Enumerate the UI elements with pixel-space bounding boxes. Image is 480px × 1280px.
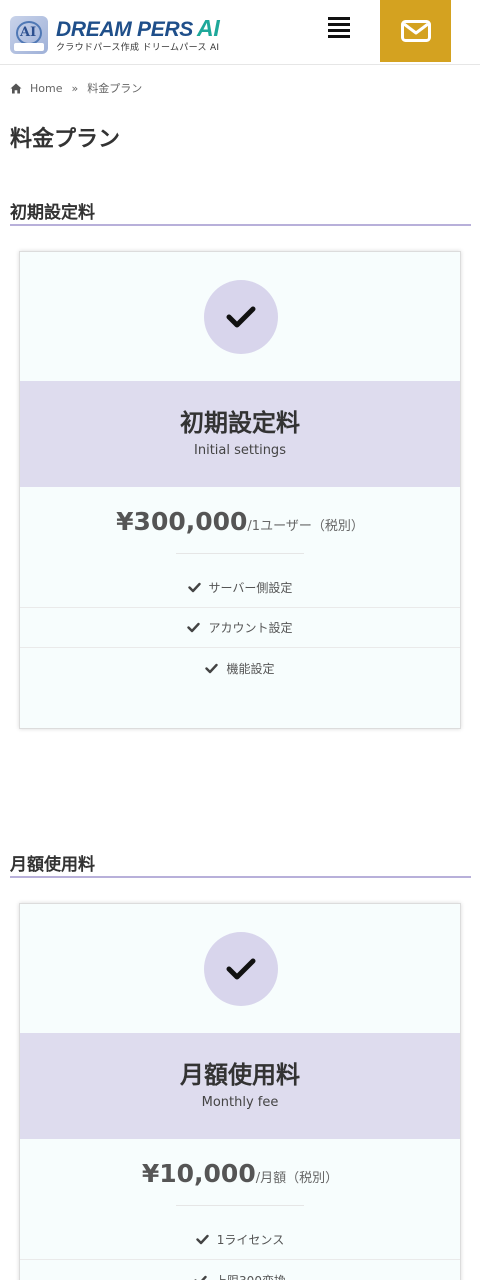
logo-mark-icon: AI xyxy=(10,16,48,54)
section-heading-initial: 初期設定料 xyxy=(10,198,471,226)
breadcrumb-separator: » xyxy=(71,81,79,95)
feature-item: アカウント設定 xyxy=(20,608,460,648)
feature-label: 上限300変換 xyxy=(215,1272,286,1280)
feature-item: サーバー側設定 xyxy=(20,568,460,608)
price-row: ¥10,000/月額（税別） xyxy=(20,1139,460,1205)
plan-price: ¥10,000 xyxy=(141,1159,256,1188)
check-icon xyxy=(187,622,201,633)
contact-mail-button[interactable] xyxy=(380,0,451,62)
feature-label: アカウント設定 xyxy=(208,621,293,635)
feature-list: サーバー側設定 アカウント設定 機能設定 xyxy=(20,554,460,728)
home-icon xyxy=(10,83,22,93)
feature-label: 1ライセンス xyxy=(216,1233,285,1247)
site-header: AI DREAM PERS AI クラウドパース作成 ドリームパース AI xyxy=(0,0,480,65)
check-icon xyxy=(226,958,256,980)
check-circle xyxy=(204,932,278,1006)
plan-price-unit: /1ユーザー（税別） xyxy=(247,519,364,534)
plan-price-unit: /月額（税別） xyxy=(255,1171,339,1186)
card-title-band: 月額使用料 Monthly fee xyxy=(20,1033,460,1139)
breadcrumb-home-link[interactable]: Home xyxy=(30,82,62,95)
check-icon xyxy=(194,1275,207,1280)
check-icon xyxy=(187,582,201,593)
feature-label: サーバー側設定 xyxy=(208,581,293,595)
pricing-card-monthly: 月額使用料 Monthly fee ¥10,000/月額（税別） 1ライセンス … xyxy=(19,903,461,1280)
logo-accent: AI xyxy=(197,14,220,41)
price-row: ¥300,000/1ユーザー（税別） xyxy=(20,487,460,553)
breadcrumb: Home » 料金プラン xyxy=(10,80,142,96)
check-icon xyxy=(205,663,219,673)
plan-name-en: Monthly fee xyxy=(201,1095,279,1110)
check-icon xyxy=(196,1234,209,1245)
plan-name-en: Initial settings xyxy=(194,443,286,458)
check-icon xyxy=(226,306,256,328)
hamburger-icon[interactable] xyxy=(326,17,352,41)
feature-label: 機能設定 xyxy=(226,661,275,676)
check-circle xyxy=(204,280,278,354)
page-title: 料金プラン xyxy=(10,127,121,152)
logo-subtitle: クラウドパース作成 ドリームパース AI xyxy=(56,42,220,53)
envelope-icon xyxy=(400,20,431,42)
breadcrumb-current: 料金プラン xyxy=(87,82,143,95)
feature-list: 1ライセンス 上限300変換 xyxy=(20,1206,460,1280)
logo-title: DREAM PERS AI xyxy=(56,14,220,41)
feature-item: 機能設定 xyxy=(20,648,460,688)
section-heading-monthly: 月額使用料 xyxy=(10,850,471,878)
plan-price: ¥300,000 xyxy=(116,507,248,536)
card-title-band: 初期設定料 Initial settings xyxy=(20,381,460,487)
pricing-card-initial: 初期設定料 Initial settings ¥300,000/1ユーザー（税別… xyxy=(19,251,461,729)
feature-item: 1ライセンス xyxy=(20,1220,460,1260)
feature-item: 上限300変換 xyxy=(20,1260,460,1280)
plan-name: 月額使用料 xyxy=(180,1061,300,1089)
site-logo[interactable]: AI DREAM PERS AI クラウドパース作成 ドリームパース AI xyxy=(10,14,220,54)
plan-name: 初期設定料 xyxy=(180,409,300,437)
